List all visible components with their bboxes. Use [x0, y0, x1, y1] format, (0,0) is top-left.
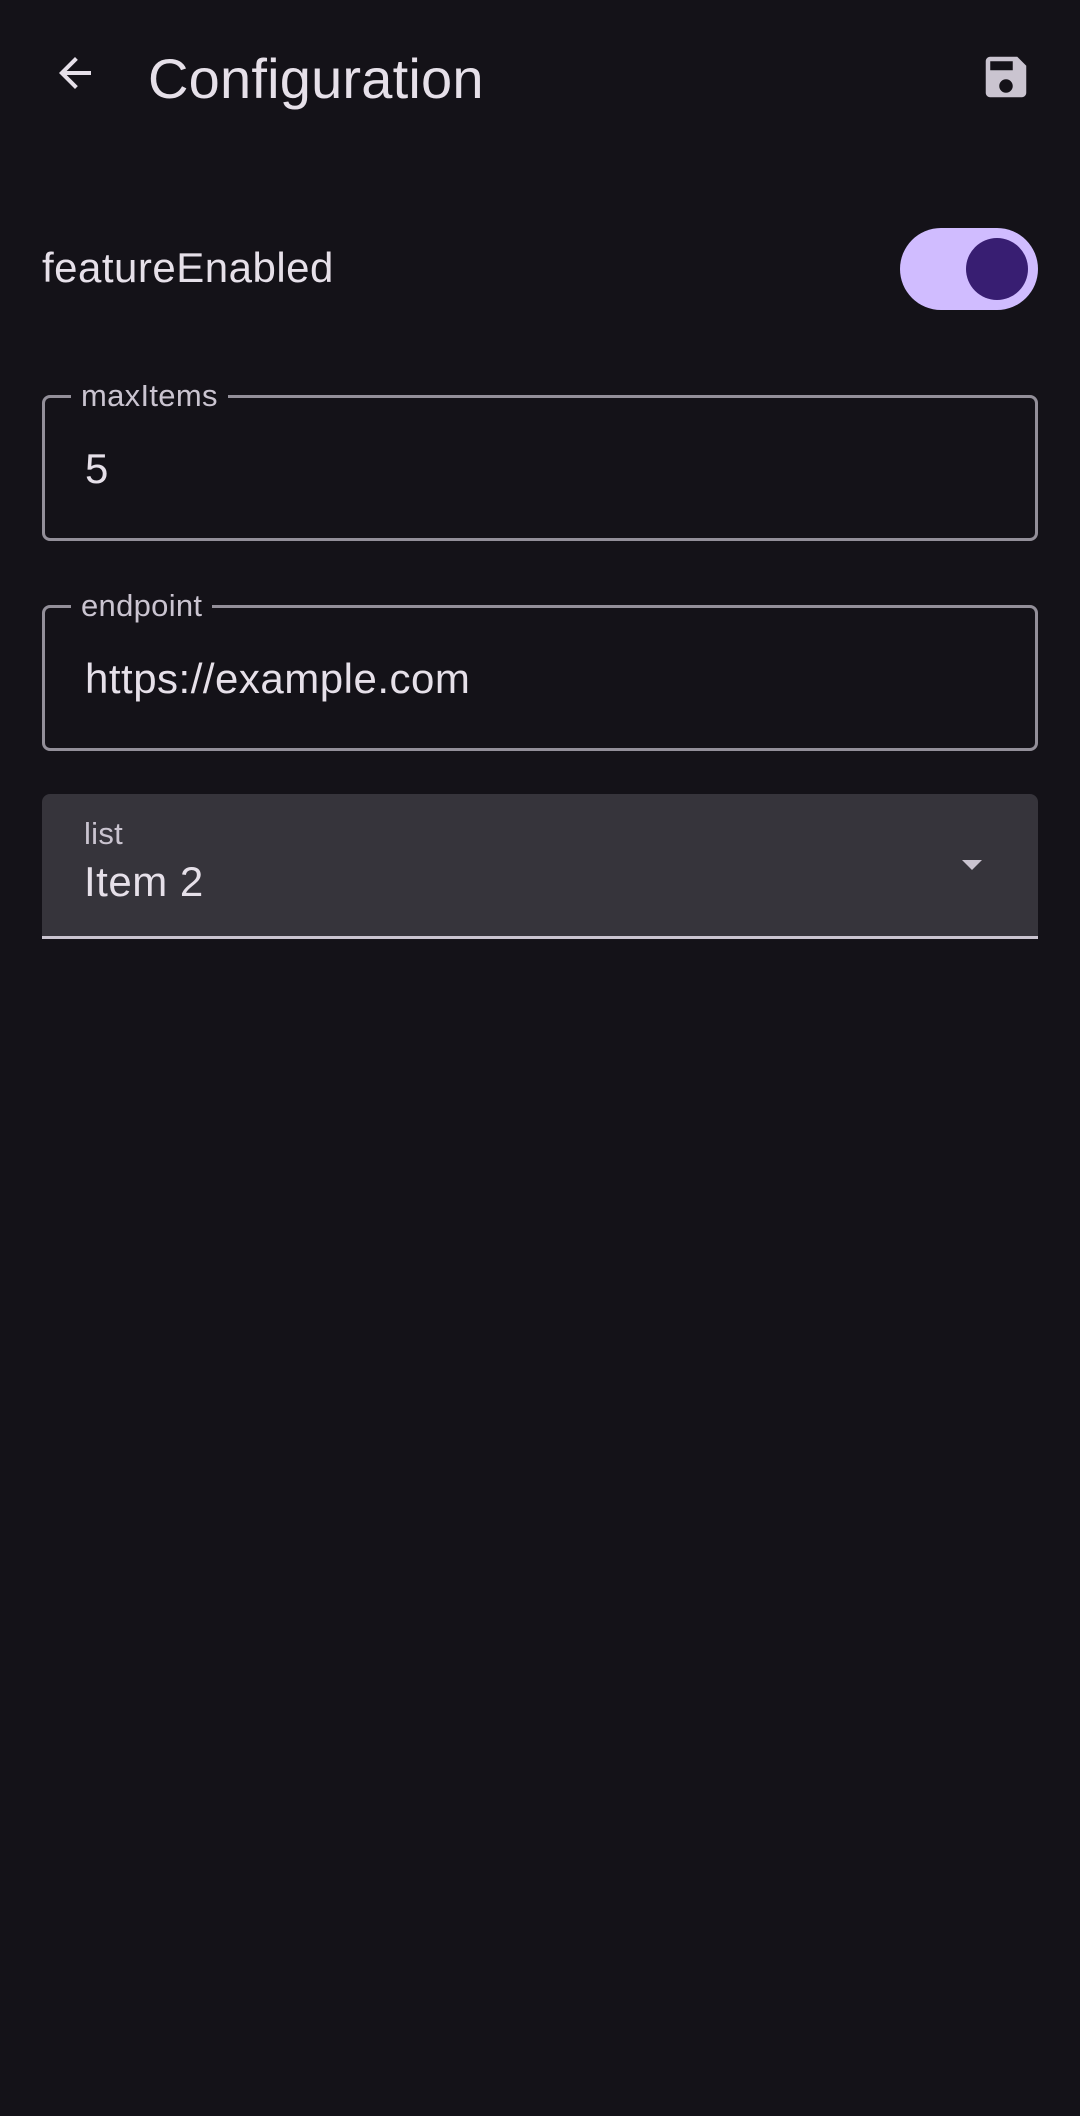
page-title: Configuration [148, 47, 484, 110]
feature-enabled-label: featureEnabled [42, 244, 334, 291]
save-button[interactable] [962, 35, 1050, 123]
arrow-back-icon [51, 49, 99, 102]
feature-enabled-switch[interactable] [900, 228, 1038, 310]
max-items-label: maxItems [71, 379, 228, 413]
save-icon [979, 50, 1033, 109]
max-items-value: 5 [85, 445, 109, 492]
arrow-drop-down-icon [948, 840, 996, 888]
list-selected-value: Item 2 [84, 858, 204, 905]
max-items-field[interactable]: maxItems 5 [42, 379, 1038, 541]
feature-enabled-row: featureEnabled [42, 228, 1038, 310]
list-label: list [84, 816, 124, 851]
endpoint-label: endpoint [71, 589, 213, 623]
back-button[interactable] [31, 31, 119, 119]
list-dropdown[interactable]: list Item 2 [42, 794, 1038, 939]
switch-thumb [966, 238, 1028, 300]
top-app-bar: Configuration [0, 0, 1080, 160]
endpoint-value: https://example.com [85, 655, 471, 702]
endpoint-field[interactable]: endpoint https://example.com [42, 589, 1038, 751]
